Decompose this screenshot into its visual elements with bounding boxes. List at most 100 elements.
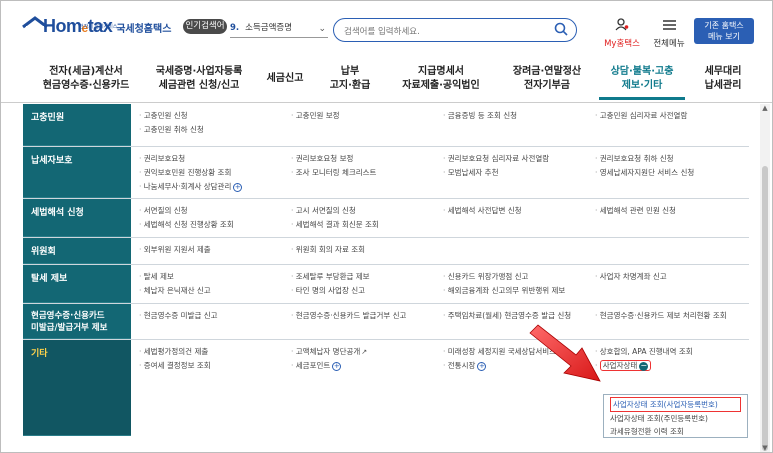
menu-link[interactable]: 서면질의 신청: [139, 204, 291, 218]
menu-link[interactable]: 타인 명의 사업장 신고: [291, 284, 443, 298]
menu-link[interactable]: 탈세 제보: [139, 270, 291, 284]
gnb-label-line2: 세금관련 신청/신고: [158, 80, 240, 91]
hamburger-icon: [662, 20, 676, 30]
menu-link[interactable]: 현금영수증·신용카드 발급거부 신고: [291, 309, 443, 323]
gnb-label-line1: 지급명세서: [418, 66, 464, 77]
logo[interactable]: Hometax 국세청홈택스 전자세 납세서비스: [21, 15, 171, 37]
menu-link-expanded[interactable]: 사업자상태−: [595, 359, 749, 373]
chevron-down-icon[interactable]: ⌄: [318, 21, 326, 37]
menu-link[interactable]: 해외금융계좌 신고의무 위반행위 제보: [443, 284, 595, 298]
menu-link[interactable]: 세법평가정의건 제출: [139, 345, 291, 359]
search-input[interactable]: [344, 22, 544, 42]
popular-keyword: 소득금액증명: [245, 23, 293, 33]
menu-link[interactable]: 나눔세무사·회계사 상담관리+: [139, 180, 291, 194]
menu-link[interactable]: 외부위원 지원서 제출: [139, 243, 291, 257]
menu-link[interactable]: 권익보호민원 진행상황 조회: [139, 166, 291, 180]
menu-link-text: 사업자상태: [602, 361, 638, 370]
section-title-line2: 미발급/발급거부 제보: [31, 323, 108, 333]
menu-link[interactable]: 주택임차료(월세) 현금영수증 발급 신청: [443, 309, 595, 323]
gnb-label-line2: 전자기부금: [524, 80, 570, 91]
menu-link[interactable]: 세법해석 결과 회신문 조회: [291, 218, 443, 232]
gnb-label-line2: 납세관리: [704, 80, 742, 91]
logo-subtitle: 국세청홈택스: [116, 24, 172, 35]
menu-link[interactable]: 세법해석 관련 민원 신청: [595, 204, 749, 218]
menu-link[interactable]: 신용카드 위장가맹점 신고: [443, 270, 595, 284]
menu-link[interactable]: 고충민원 취하 신청: [139, 123, 291, 137]
scroll-down-icon[interactable]: ▼: [760, 444, 770, 452]
all-menu-button[interactable]: 전체메뉴: [649, 16, 689, 49]
gnb-item-tax-agent[interactable]: 세무대리 납세관리: [695, 65, 751, 93]
popular-search-badge: 인기검색어: [183, 19, 227, 34]
link-column: 조세탈루 부당환급 제보 타인 명의 사업장 신고: [291, 270, 443, 299]
gnb-label-line1: 납부: [340, 66, 360, 77]
link-column: 서면질의 신청 세법해석 신청 진행상황 조회: [139, 204, 291, 233]
menu-link[interactable]: 증여세 결정정보 조회: [139, 359, 291, 373]
gnb-label-line1: 장려금·연말정산: [512, 66, 582, 77]
menu-link[interactable]: 고충민원 신청: [139, 109, 291, 123]
menu-link[interactable]: 권리보호요청 심리자료 사전열람: [443, 152, 595, 166]
gnb-label-line2: 고지·환급: [329, 80, 371, 91]
menu-link-text: 나눔세무사·회계사 상담관리: [143, 182, 232, 191]
collapse-minus-icon[interactable]: −: [639, 361, 649, 371]
link-column: 세법해석 사전답변 신청: [443, 204, 595, 233]
link-column: 신용카드 위장가맹점 신고 해외금융계좌 신고의무 위반행위 제보: [443, 270, 595, 299]
menu-link[interactable]: 모범납세자 추천: [443, 166, 595, 180]
expand-plus-icon[interactable]: +: [477, 361, 487, 371]
gnb-item-incentive[interactable]: 장려금·연말정산 전자기부금: [497, 65, 597, 93]
menu-link[interactable]: 상호합의, APA 진행내역 조회: [595, 345, 749, 359]
menu-link[interactable]: 영세납세자지원단 서비스 신청: [595, 166, 749, 180]
section-committee: 위원회 외부위원 지원서 제출 위원회 회의 자료 조회: [23, 238, 749, 265]
section-title: 탈세 제보: [23, 265, 131, 303]
menu-link[interactable]: 고충민원 심리자료 사전열람: [595, 109, 749, 123]
gnb-active-underline: [599, 97, 685, 100]
search-box: [333, 18, 577, 42]
link-column: 외부위원 지원서 제출: [139, 243, 291, 260]
menu-link[interactable]: 고충민원 보정: [291, 109, 443, 123]
expand-plus-icon[interactable]: +: [332, 361, 342, 371]
menu-link[interactable]: 고시 서면질의 신청: [291, 204, 443, 218]
scroll-thumb[interactable]: [762, 166, 768, 451]
gnb-label-line1: 국세증명·사업자등록: [155, 66, 243, 77]
menu-link[interactable]: 세금포인트+: [291, 359, 443, 373]
menu-link[interactable]: 위원회 회의 자료 조회: [291, 243, 443, 257]
menu-link[interactable]: 고액체납자 명단공개↗: [291, 345, 443, 359]
home-logo-icon: [22, 16, 48, 36]
popular-search-select[interactable]: 9. 소득금액증명 ⌄: [230, 20, 328, 38]
legacy-menu-button[interactable]: 기존 홈택스 메뉴 보기: [694, 18, 754, 44]
menu-link[interactable]: 사업자 차명계좌 신고: [595, 270, 749, 284]
menu-link[interactable]: 권리보호요청: [139, 152, 291, 166]
menu-link[interactable]: 체납자 은닉재산 신고: [139, 284, 291, 298]
menu-link[interactable]: 금융증빙 등 조회 신청: [443, 109, 595, 123]
gnb-item-certificate[interactable]: 국세증명·사업자등록 세금관련 신청/신고: [147, 65, 251, 93]
menu-link[interactable]: 세법해석 신청 진행상황 조회: [139, 218, 291, 232]
menu-link[interactable]: 조세탈루 부당환급 제보: [291, 270, 443, 284]
link-column: 위원회 회의 자료 조회: [291, 243, 443, 260]
business-status-link[interactable]: 사업자상태 −: [599, 360, 652, 371]
submenu-option[interactable]: 사업자상태 조회(주민등록번호): [610, 412, 741, 425]
submenu-option[interactable]: 과세유형전환 이력 조회: [610, 425, 741, 438]
gnb-label-line2: 현금영수증·신용카드: [42, 80, 130, 91]
submenu-option[interactable]: 사업자상태 조회(사업자등록번호): [610, 397, 741, 412]
menu-link[interactable]: 조사 모니터링 체크리스트: [291, 166, 443, 180]
expand-plus-icon[interactable]: +: [233, 182, 243, 192]
gnb-item-einvoice[interactable]: 전자(세금)계산서 현금영수증·신용카드: [31, 65, 141, 93]
menu-link[interactable]: 권리보호요청 취하 신청: [595, 152, 749, 166]
menu-link[interactable]: 현금영수증·신용카드 제보 처리현황 조회: [595, 309, 749, 323]
section-tax-interpretation: 세법해석 신청 서면질의 신청 세법해석 신청 진행상황 조회 고시 서면질의 …: [23, 199, 749, 238]
link-column: 금융증빙 등 조회 신청: [443, 109, 595, 142]
gnb-item-tax-return[interactable]: 세금신고: [259, 72, 311, 86]
scroll-up-icon[interactable]: ▲: [760, 104, 770, 114]
menu-link[interactable]: 현금영수증 미발급 신고: [139, 309, 291, 323]
menu-link[interactable]: 세법해석 사전답변 신청: [443, 204, 595, 218]
menu-link[interactable]: 권리보호요청 보정: [291, 152, 443, 166]
search-icon[interactable]: [554, 22, 568, 36]
legacy-menu-line2: 메뉴 보기: [708, 32, 740, 41]
external-link-icon: ↗: [361, 348, 368, 356]
my-hometax-button[interactable]: My홈택스: [603, 16, 641, 49]
gnb-item-payment[interactable]: 납부 고지·환급: [319, 65, 381, 93]
section-links: 고충민원 신청 고충민원 취하 신청 고충민원 보정 금융증빙 등 조회 신청 …: [131, 104, 749, 146]
vertical-scrollbar[interactable]: ▲ ▼: [760, 104, 770, 452]
gnb-item-statement[interactable]: 지급명세서 자료제출·공익법인: [391, 65, 491, 93]
link-column: [443, 243, 595, 260]
gnb-item-consultation[interactable]: 상담·불복·고충 제보·기타: [599, 65, 685, 93]
